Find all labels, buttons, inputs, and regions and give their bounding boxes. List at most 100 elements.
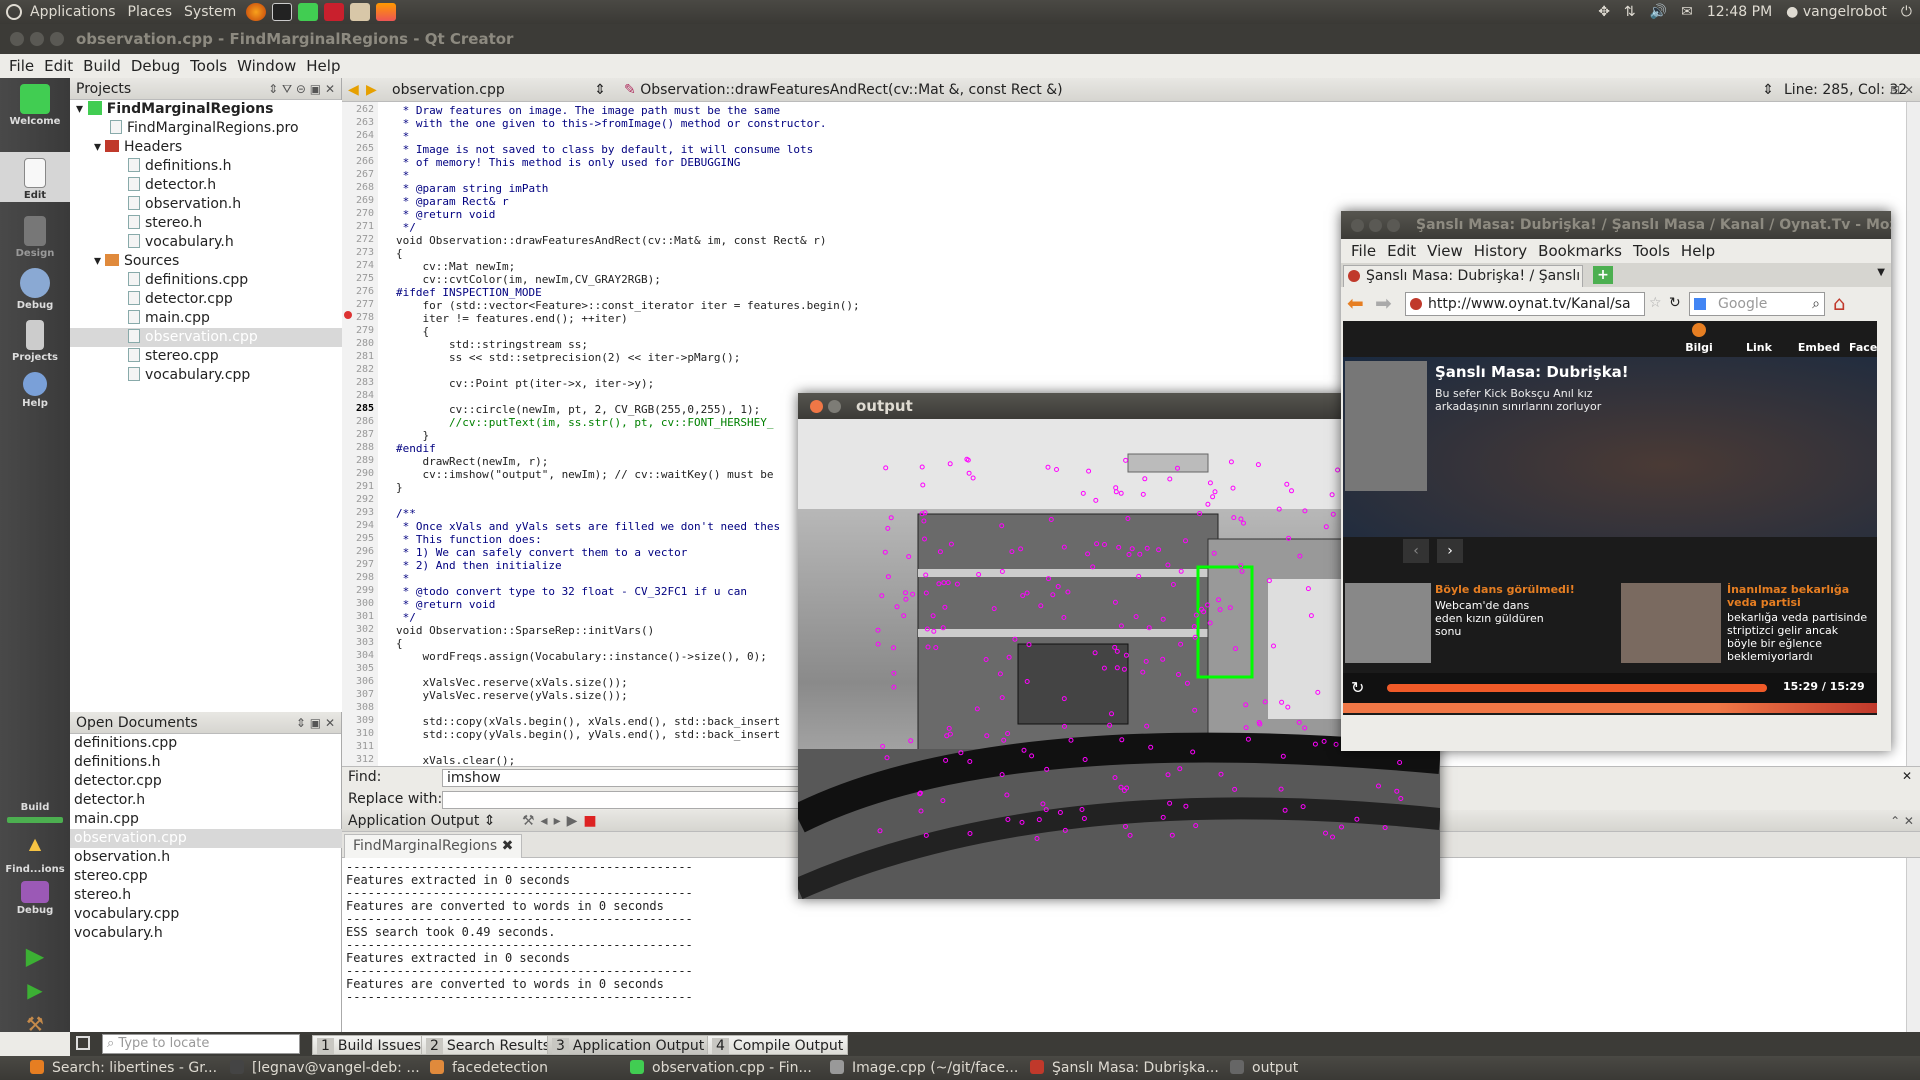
projects-title[interactable]: Projects (76, 81, 131, 97)
app-launcher-icon[interactable] (324, 3, 345, 21)
open-document-item[interactable]: detector.h (70, 791, 342, 810)
taskbar-window-button[interactable]: facedetection (430, 1056, 620, 1080)
close-window-icon[interactable] (1351, 219, 1364, 232)
related-title[interactable]: İnanılmaz bekarlığa veda partisi (1727, 583, 1867, 609)
forward-button[interactable]: ➡ (1375, 291, 1392, 315)
run-button[interactable]: ▶ (0, 942, 70, 970)
close-find-icon[interactable]: ✕ (1902, 769, 1912, 783)
qtcreator-launcher-icon[interactable] (298, 3, 319, 21)
related-title[interactable]: Böyle dans görülmedi! (1435, 583, 1575, 596)
terminal-launcher-icon[interactable] (272, 3, 293, 21)
output-scrollbar[interactable] (1906, 858, 1920, 1034)
taskbar-window-button[interactable]: Search: libertines - Gr... (30, 1056, 220, 1080)
ff-menu-help[interactable]: Help (1681, 242, 1715, 260)
menu-window[interactable]: Window (237, 57, 296, 75)
minimize-window-icon[interactable] (1369, 219, 1382, 232)
open-document-item[interactable]: observation.cpp (70, 829, 342, 848)
open-documents-title[interactable]: Open Documents (76, 715, 198, 731)
ff-menu-edit[interactable]: Edit (1387, 242, 1416, 260)
ff-menu-file[interactable]: File (1351, 242, 1376, 260)
header-file[interactable]: vocabulary.h (128, 233, 234, 252)
open-document-item[interactable]: stereo.cpp (70, 867, 342, 886)
video-player[interactable]: Bilgi Link Embed Faceb Şanslı Masa: Dubr… (1343, 321, 1877, 727)
places-menu[interactable]: Places (128, 4, 173, 20)
open-document-item[interactable]: definitions.h (70, 753, 342, 772)
back-button[interactable]: ⬅ (1347, 291, 1364, 315)
firefox-launcher-icon[interactable] (246, 3, 267, 21)
source-file[interactable]: stereo.cpp (128, 347, 219, 366)
document-selector[interactable]: observation.cpp ⇕ (392, 78, 606, 102)
reload-icon[interactable]: ↻ (1669, 295, 1681, 311)
mode-projects[interactable]: Projects (0, 320, 70, 363)
source-file[interactable]: main.cpp (128, 309, 210, 328)
vlc-launcher-icon[interactable] (376, 3, 397, 21)
header-file[interactable]: observation.h (128, 195, 241, 214)
search-box[interactable]: Google ⌕ (1689, 292, 1825, 316)
firefox-titlebar[interactable]: Şanslı Masa: Dubrişka! / Şanslı Masa / K… (1341, 211, 1891, 239)
info-button[interactable]: Bilgi (1669, 321, 1729, 357)
forward-arrow-icon[interactable]: ▶ (366, 78, 377, 102)
menu-help[interactable]: Help (306, 57, 340, 75)
close-window-icon[interactable] (810, 400, 823, 413)
open-document-item[interactable]: vocabulary.h (70, 924, 342, 943)
mode-edit[interactable]: Edit (0, 152, 70, 202)
taskbar-window-button[interactable]: observation.cpp - Fin... (630, 1056, 820, 1080)
mode-welcome[interactable]: Welcome (0, 84, 70, 127)
header-file[interactable]: detector.h (128, 176, 216, 195)
back-arrow-icon[interactable]: ◀ (348, 78, 359, 102)
output-control-icons[interactable]: ⚒◂▸▶■ (522, 810, 603, 832)
maximize-window-icon[interactable] (1387, 219, 1400, 232)
build-hammer-icon[interactable]: ⚒ (0, 1012, 70, 1036)
application-output-tab[interactable]: 3 Application Output (547, 1035, 710, 1055)
page-scrollbar[interactable] (1879, 321, 1891, 727)
video-thumbnail[interactable] (1345, 361, 1427, 491)
header-file[interactable]: stereo.h (128, 214, 202, 233)
home-icon[interactable]: ⌂ (1833, 291, 1846, 315)
compile-output-tab[interactable]: 4 Compile Output (707, 1035, 849, 1055)
link-button[interactable]: Link (1729, 321, 1789, 357)
minimize-window-icon[interactable] (30, 32, 44, 46)
open-document-item[interactable]: observation.h (70, 848, 342, 867)
close-tab-icon[interactable]: ✖ (502, 838, 514, 854)
open-document-item[interactable]: vocabulary.cpp (70, 905, 342, 924)
output-tab[interactable]: FindMarginalRegions ✖ (344, 834, 523, 858)
minimize-window-icon[interactable] (828, 400, 841, 413)
firefox-window[interactable]: Şanslı Masa: Dubrişka! / Şanslı Masa / K… (1341, 211, 1891, 751)
source-file[interactable]: vocabulary.cpp (128, 366, 250, 385)
close-window-icon[interactable] (10, 32, 24, 46)
source-file[interactable]: detector.cpp (128, 290, 233, 309)
taskbar-window-button[interactable]: [legnav@vangel-deb: ... (230, 1056, 420, 1080)
menu-tools[interactable]: Tools (190, 57, 227, 75)
prev-arrow-icon[interactable]: ‹ (1403, 539, 1429, 563)
ff-menu-history[interactable]: History (1474, 242, 1527, 260)
menu-debug[interactable]: Debug (131, 57, 180, 75)
search-icon[interactable]: ⌕ (1812, 293, 1820, 315)
horizontal-scrollbar[interactable] (1343, 715, 1877, 727)
toggle-sidebar-icon[interactable] (76, 1036, 90, 1050)
project-pro-file[interactable]: FindMarginalRegions.pro (110, 119, 299, 138)
source-file-selected[interactable]: observation.cpp (70, 328, 342, 347)
embed-button[interactable]: Embed (1789, 321, 1849, 357)
symbol-selector[interactable]: ✎ Observation::drawFeaturesAndRect(cv::M… (624, 78, 1774, 102)
menu-build[interactable]: Build (83, 57, 121, 75)
editor-scrollbar[interactable] (1906, 102, 1920, 766)
related-thumbnail[interactable] (1345, 583, 1431, 663)
headers-folder[interactable]: ▾ Headers (94, 138, 182, 157)
taskbar-window-button[interactable]: Şanslı Masa: Dubrişka... (1030, 1056, 1220, 1080)
dropbox-icon[interactable]: ✥ (1598, 4, 1610, 20)
mail-icon[interactable]: ✉ (1681, 4, 1693, 20)
mode-help[interactable]: Help (0, 372, 70, 409)
facebook-button[interactable]: Faceb (1849, 321, 1877, 357)
open-document-item[interactable]: stereo.h (70, 886, 342, 905)
ff-menu-bookmarks[interactable]: Bookmarks (1538, 242, 1622, 260)
url-bar[interactable]: http://www.oynat.tv/Kanal/sa (1405, 292, 1645, 316)
volume-icon[interactable]: 🔊 (1650, 4, 1667, 20)
open-document-item[interactable]: detector.cpp (70, 772, 342, 791)
mode-debug[interactable]: Debug (0, 268, 70, 311)
output-window-controls[interactable]: ⌃ ✕ (1890, 810, 1914, 832)
ff-menu-view[interactable]: View (1427, 242, 1463, 260)
search-results-tab[interactable]: 2 Search Results (421, 1035, 556, 1055)
files-launcher-icon[interactable] (350, 3, 371, 21)
open-document-item[interactable]: main.cpp (70, 810, 342, 829)
panel-controls[interactable]: ⇕ ⛛ ⊝ ▣ ✕ (268, 78, 335, 100)
